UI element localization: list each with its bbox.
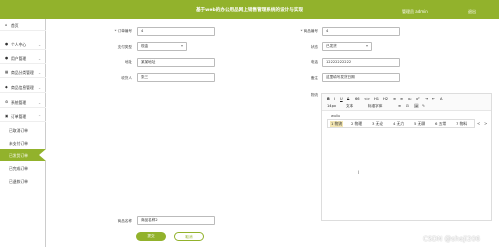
sidebar-item-system[interactable]: ⚙ 系统管理 ⌄ [0,96,46,108]
h2-button[interactable]: H2 [383,97,388,101]
chevron-right-icon[interactable]: > [484,121,487,126]
chevron-down-icon: ⌄ [38,42,42,47]
italic-button[interactable]: I [334,97,335,101]
product-name-label: 商品名称 [117,219,132,223]
chevron-up-icon: ⌃ [38,114,42,119]
list-icon: ▦ [5,70,9,74]
watermark: CSDN @sheji206 [423,235,481,243]
sidebar: ⌂ 首页 ● 个人中心 ⌄ ● 用户管理 ⌄ ▦ 商品分类管理 ⌄ ◆ 商品信息… [0,19,46,247]
gear-icon: ⚙ [5,100,9,104]
bullet-list-button[interactable]: ≡ [400,97,403,101]
home-icon: ⌂ [5,23,8,27]
cancel-button[interactable]: 取消 [174,232,204,241]
top-header: 基于web的办公用品网上销售管理系统的设计与实现 管理员 admin 退出 [0,0,499,19]
receiver-label: 收货人 [121,76,132,80]
ime-composition: wuliu [331,114,340,118]
chevron-down-icon: ⌄ [38,56,42,61]
submit-button[interactable]: 提交 [136,232,166,241]
sidebar-item-category[interactable]: ▦ 商品分类管理 ⌄ [0,66,46,78]
editor-toolbar: B I U S 66 <> H1 H2 ≡ ≡ x₂ x² ⇥ ⇤ A 14px… [322,94,491,111]
sidebar-item-label: 商品分类管理 [11,70,34,75]
person-icon: ● [5,42,9,46]
status-select[interactable]: 已发货 [322,42,372,51]
clean-button[interactable]: ⊡ [406,104,409,108]
product-no-field[interactable]: 4 [322,27,400,36]
image-icon[interactable]: 🖼 [414,104,419,108]
chevron-down-icon: ⌄ [38,100,42,105]
sidebar-item-profile[interactable]: ● 个人中心 ⌄ [0,38,46,50]
sidebar-item-label: 个人中心 [11,42,27,47]
remark-label: 备注 [310,76,318,80]
order-no-label: * 订单编号 [114,29,132,33]
order-no-field[interactable]: 4 [137,27,215,36]
text-direction-button[interactable]: A [440,97,442,101]
sidebar-subitem-cancelled[interactable]: 已取消订单 [0,124,46,136]
receiver-field[interactable]: 张三 [137,73,215,82]
sidebar-subitem-label: 未支付订单 [9,141,28,146]
sidebar-item-products[interactable]: ◆ 商品信息管理 ⌄ [0,81,46,93]
sidebar-subitem-refunded[interactable]: 已退款订单 [0,175,46,187]
pay-type-select[interactable]: 现金 [137,42,187,51]
phone-label: 电话 [310,60,318,64]
ime-candidate[interactable]: 4 无力 [393,121,404,127]
rich-text-editor[interactable]: B I U S 66 <> H1 H2 ≡ ≡ x₂ x² ⇥ ⇤ A 14px… [321,93,492,221]
detail-label: 物流 [310,93,318,97]
sidebar-subitem-completed[interactable]: 已完成订单 [0,162,46,174]
sidebar-item-label: 系统管理 [11,100,27,105]
chevron-left-icon[interactable]: < [477,121,480,126]
address-field[interactable]: 某某地址 [137,58,215,67]
underline-button[interactable]: U [340,97,343,101]
link-icon[interactable]: ✎ [422,104,425,108]
sidebar-subitem-label: 已取消订单 [9,128,28,133]
product-no-label: * 商品编号 [300,29,318,33]
superscript-button[interactable]: x² [416,97,420,101]
tag-icon: ◆ [5,85,8,89]
code-button[interactable]: <> [364,97,370,101]
pay-type-label: 支付类型 [117,45,132,49]
ime-candidate-bar: 1 物流 2 物理 3 无论 4 无力 5 无聊 6 五常 7 物料 [327,119,475,128]
sidebar-subitem-label: 已发货订单 [9,153,28,158]
font-size-select[interactable]: 14px [327,104,336,108]
cart-icon: ▣ [5,114,9,118]
sidebar-subitem-label: 已退款订单 [9,179,28,184]
quote-button[interactable]: 66 [355,97,360,101]
subscript-button[interactable]: x₂ [408,97,412,101]
chevron-down-icon: ⌄ [38,85,42,90]
ime-candidate[interactable]: 2 物理 [351,121,362,127]
bold-button[interactable]: B [327,97,330,101]
phone-field[interactable]: 12222222222 [322,58,400,67]
sidebar-item-orders[interactable]: ▣ 订单管理 ⌃ [0,110,46,122]
ime-candidate[interactable]: 5 无聊 [414,121,425,127]
users-icon: ● [5,56,9,60]
ime-candidate[interactable]: 3 无论 [372,121,383,127]
indent-button[interactable]: ⇥ [425,97,428,101]
sidebar-item-label: 订单管理 [11,114,27,119]
logout-link[interactable]: 退出 [468,9,476,15]
remark-field[interactable]: 这里填写发货日期 [322,73,400,82]
ordered-list-button[interactable]: ≡ [393,97,396,101]
ime-candidate[interactable]: 7 物料 [456,121,467,127]
address-label: 地址 [124,60,132,64]
header-select[interactable]: 文本 [346,104,353,109]
ime-candidate[interactable]: 1 物流 [330,121,344,127]
sidebar-subitem-label: 已完成订单 [9,166,28,171]
sidebar-item-label: 用户管理 [11,56,27,61]
sidebar-item-label: 商品信息管理 [11,85,34,90]
sidebar-subitem-unpaid[interactable]: 未支付订单 [0,137,46,149]
h1-button[interactable]: H1 [374,97,379,101]
font-family-select[interactable]: 标准字体 [368,104,382,109]
align-button[interactable]: ≡ [398,104,401,108]
strike-button[interactable]: S [347,97,349,101]
sidebar-subitem-shipped[interactable]: 已发货订单 [0,149,46,161]
sidebar-item-label: 首页 [11,23,19,28]
status-label: 状态 [310,45,318,49]
outdent-button[interactable]: ⇤ [432,97,435,101]
current-user[interactable]: 管理员 admin [402,9,428,15]
sidebar-item-users[interactable]: ● 用户管理 ⌄ [0,52,46,64]
product-name-field[interactable]: 商品名称2 [137,216,215,225]
ime-candidate[interactable]: 6 五常 [435,121,446,127]
sidebar-item-home[interactable]: ⌂ 首页 [0,19,46,31]
chevron-down-icon: ⌄ [38,70,42,75]
text-caret-icon: I [358,170,360,175]
